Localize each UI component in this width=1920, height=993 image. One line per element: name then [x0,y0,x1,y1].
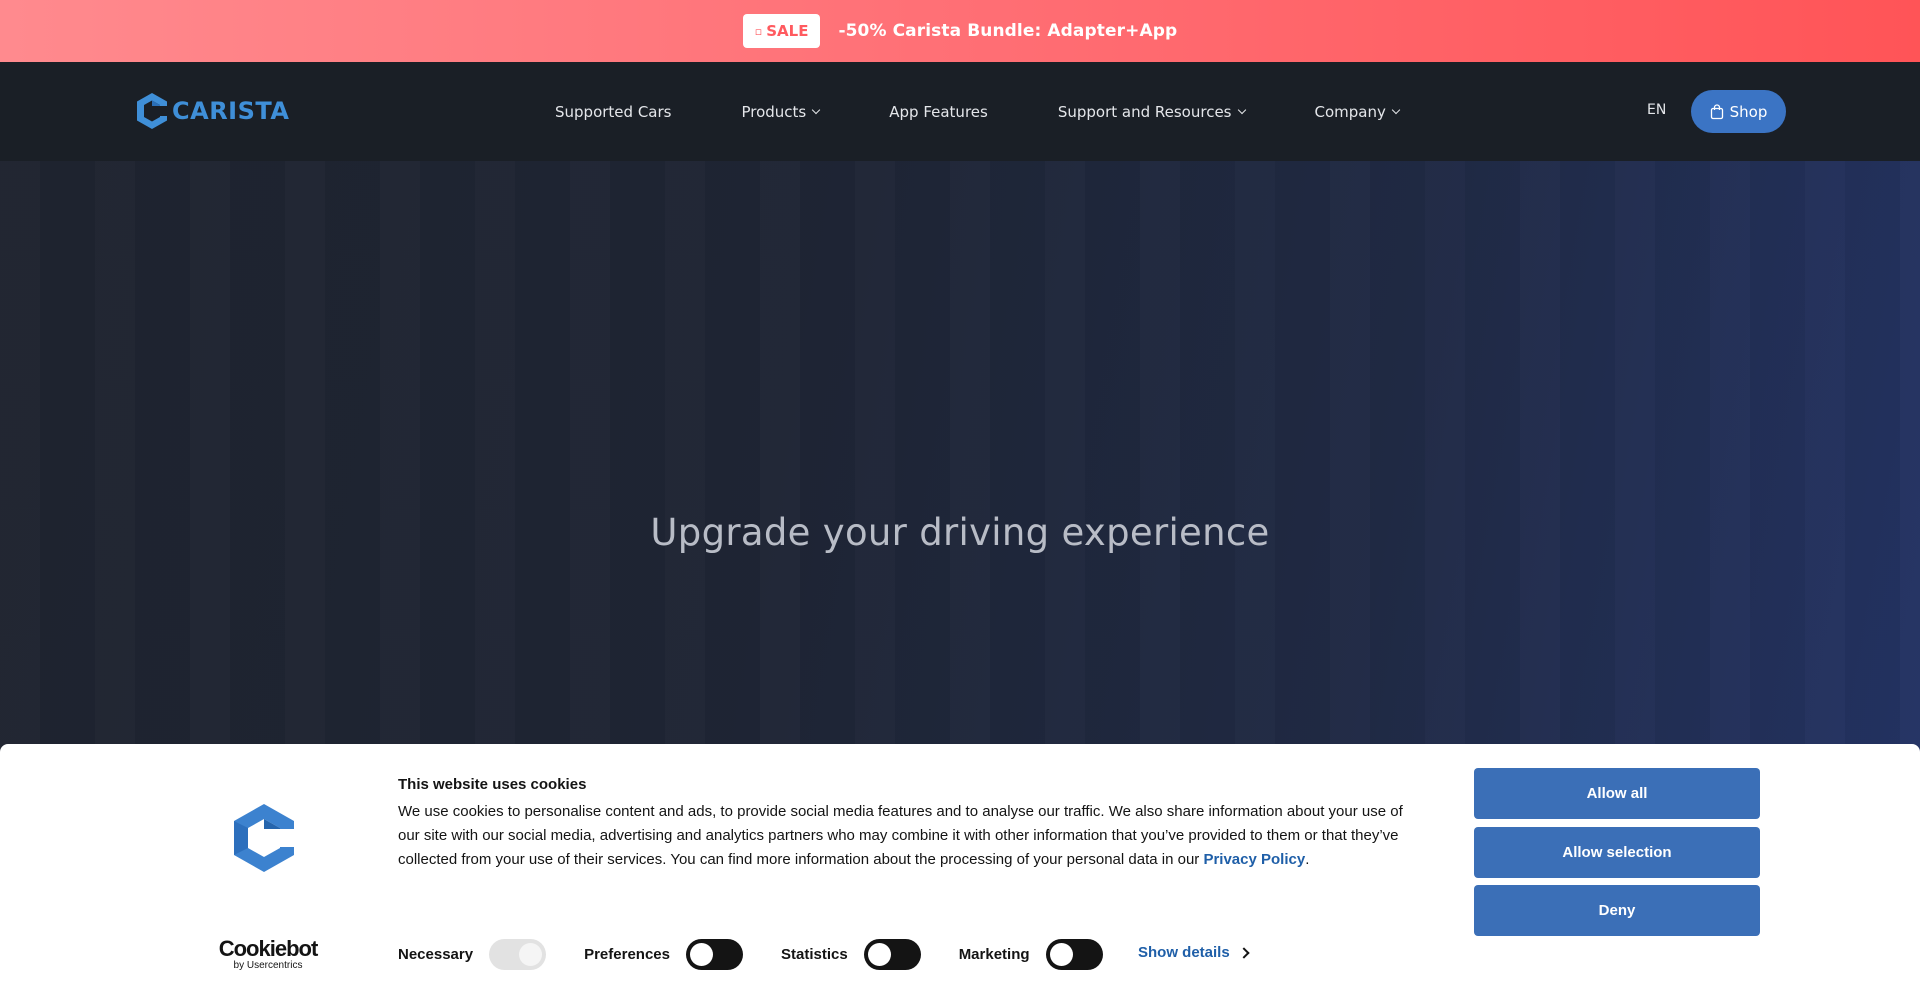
shop-button-label: Shop [1729,102,1768,121]
nav-support-resources[interactable]: Support and Resources [1057,102,1246,121]
shopping-bag-icon [1710,103,1723,119]
statistics-toggle[interactable] [863,938,921,970]
show-details-label: Show details [1138,944,1230,961]
nav-label: Supported Cars [555,102,672,121]
cookie-description-suffix: . [1305,851,1310,868]
chevron-down-icon [812,105,821,114]
toggle-label-preferences: Preferences [584,945,670,963]
carista-logo[interactable]: CARISTA [136,92,289,130]
toggle-label-statistics: Statistics [780,945,848,963]
show-details-link[interactable]: Show details [1138,944,1250,961]
cookie-description: We use cookies to personalise content an… [398,800,1428,872]
necessary-toggle [489,938,547,970]
nav-label: Products [741,102,807,121]
toggle-label-necessary: Necessary [398,945,474,963]
tag-icon: ▫ [754,24,763,38]
carista-logo-icon [137,93,167,129]
hero-title: Upgrade your driving experience [650,511,1270,554]
main-nav: Supported Cars Products App Features Sup… [555,62,1401,161]
chevron-down-icon [1391,105,1401,114]
nav-company[interactable]: Company [1314,102,1401,121]
carista-logo-text: CARISTA [172,97,290,125]
preferences-toggle[interactable] [685,938,743,970]
nav-supported-cars[interactable]: Supported Cars [555,103,671,121]
cookie-banner-logo-icon [234,804,294,872]
nav-products[interactable]: Products [741,102,821,121]
promo-text: -50% Carista Bundle: Adapter+App [838,21,1178,41]
nav-app-features[interactable]: App Features [889,103,988,121]
cookiebot-logo-text: Cookiebot [218,936,319,961]
promo-banner[interactable]: ▫ SALE -50% Carista Bundle: Adapter+App [0,0,1920,62]
sale-badge: ▫ SALE [742,14,821,48]
toggle-label-marketing: Marketing [958,945,1030,963]
sale-badge-label: SALE [766,22,809,40]
shop-button[interactable]: Shop [1691,90,1786,133]
cookie-title: This website uses cookies [398,776,587,793]
cookie-category-toggles: Necessary Preferences Statistics Marketi… [398,938,1103,970]
chevron-right-icon [1238,946,1250,959]
marketing-toggle[interactable] [1045,938,1103,970]
cookiebot-logo-subtext: by Usercentrics [233,960,303,971]
nav-label: Support and Resources [1057,102,1232,121]
nav-label: App Features [889,102,988,121]
site-header: CARISTA Supported Cars Products App Feat… [0,62,1920,161]
cookie-consent-banner: Cookiebot by Usercentrics This website u… [0,744,1920,993]
cookiebot-logo[interactable]: Cookiebot by Usercentrics [213,936,323,972]
allow-selection-button[interactable]: Allow selection [1474,827,1760,878]
allow-all-button[interactable]: Allow all [1474,768,1760,819]
chevron-down-icon [1237,105,1246,114]
privacy-policy-link[interactable]: Privacy Policy [1203,851,1305,868]
deny-button[interactable]: Deny [1474,885,1760,936]
nav-label: Company [1314,102,1386,121]
language-selector[interactable]: EN [1647,102,1666,118]
